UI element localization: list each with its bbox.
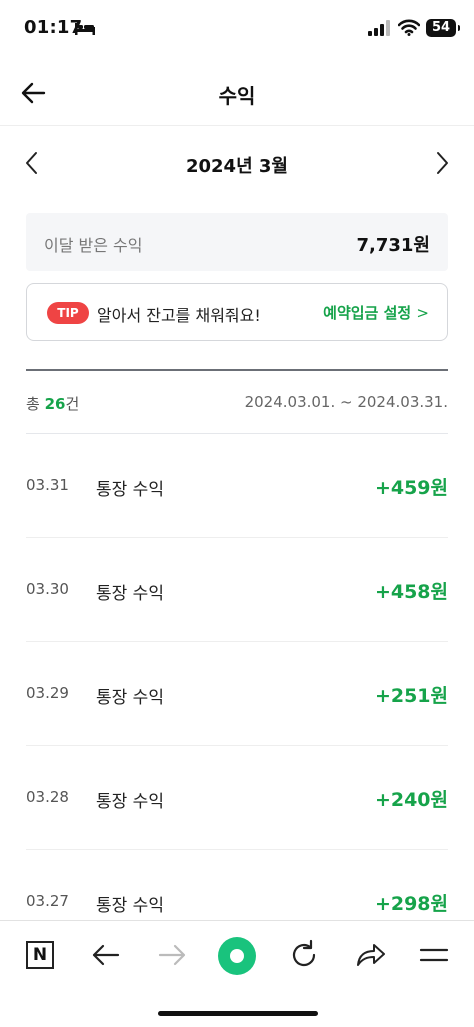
- transaction-count: 총 26건: [26, 393, 79, 414]
- n-icon: N: [26, 941, 54, 969]
- list-item[interactable]: 03.28 통장 수익 +240원: [26, 746, 448, 850]
- status-time: 01:17: [24, 17, 83, 38]
- naver-home-button[interactable]: N: [22, 935, 62, 975]
- wifi-icon: [398, 19, 420, 36]
- green-dot-icon: [218, 937, 256, 975]
- transaction-amount: +251원: [374, 685, 448, 707]
- transaction-name: 통장 수익: [96, 480, 164, 500]
- back-arrow-icon[interactable]: [86, 935, 126, 975]
- app-header: 수익: [0, 60, 474, 126]
- transaction-name: 통장 수익: [96, 792, 164, 812]
- count-suffix: 건: [65, 395, 80, 413]
- summary-label: 이달 받은 수익: [44, 236, 143, 255]
- count-number: 26: [44, 395, 66, 413]
- divider: [26, 369, 448, 371]
- monthly-earnings-summary: 이달 받은 수익 7,731원: [26, 213, 448, 271]
- forward-arrow-icon[interactable]: [152, 935, 192, 975]
- tip-banner[interactable]: TIP 알아서 잔고를 채워줘요! 예약입금 설정 >: [26, 283, 448, 341]
- transaction-name: 통장 수익: [96, 688, 164, 708]
- tip-text: 알아서 잔고를 채워줘요!: [97, 306, 261, 325]
- list-summary-row: 총 26건 2024.03.01. ~ 2024.03.31.: [26, 390, 448, 416]
- signal-icon: [368, 20, 390, 36]
- transaction-date: 03.30: [26, 580, 69, 598]
- transaction-amount: +458원: [374, 581, 448, 603]
- transaction-amount: +459원: [374, 477, 448, 499]
- list-item[interactable]: 03.29 통장 수익 +251원: [26, 642, 448, 746]
- menu-icon[interactable]: [414, 935, 454, 975]
- tip-badge: TIP: [47, 302, 89, 324]
- transaction-date: 03.28: [26, 788, 69, 806]
- transaction-name: 통장 수익: [96, 896, 164, 916]
- date-range: 2024.03.01. ~ 2024.03.31.: [244, 393, 448, 411]
- transaction-name: 통장 수익: [96, 584, 164, 604]
- chevron-right-icon[interactable]: [430, 150, 454, 176]
- transaction-amount: +298원: [374, 893, 448, 915]
- transaction-date: 03.29: [26, 684, 69, 702]
- transaction-amount: +240원: [374, 789, 448, 811]
- transaction-list: 03.31 통장 수익 +459원 03.30 통장 수익 +458원 03.2…: [26, 434, 448, 954]
- battery-icon: 54: [426, 19, 460, 37]
- month-label: 2024년 3월: [185, 156, 288, 177]
- list-item[interactable]: 03.31 통장 수익 +459원: [26, 434, 448, 538]
- month-nav: 2024년 3월: [0, 140, 474, 186]
- home-indicator: [158, 1011, 318, 1016]
- bed-icon: [75, 23, 95, 35]
- status-bar: 01:17 54: [0, 0, 474, 56]
- scheduled-deposit-link[interactable]: 예약입금 설정 >: [323, 302, 429, 323]
- reload-icon[interactable]: [284, 935, 324, 975]
- transaction-date: 03.31: [26, 476, 69, 494]
- green-home-button[interactable]: [216, 935, 256, 975]
- share-icon[interactable]: [350, 935, 390, 975]
- scheduled-deposit-link-label: 예약입금 설정: [323, 304, 412, 322]
- page-title: 수익: [218, 84, 256, 108]
- summary-value: 7,731원: [356, 235, 431, 256]
- transaction-date: 03.27: [26, 892, 69, 910]
- chevron-right-small-icon: >: [416, 304, 429, 322]
- count-prefix: 총: [26, 395, 45, 413]
- list-item[interactable]: 03.30 통장 수익 +458원: [26, 538, 448, 642]
